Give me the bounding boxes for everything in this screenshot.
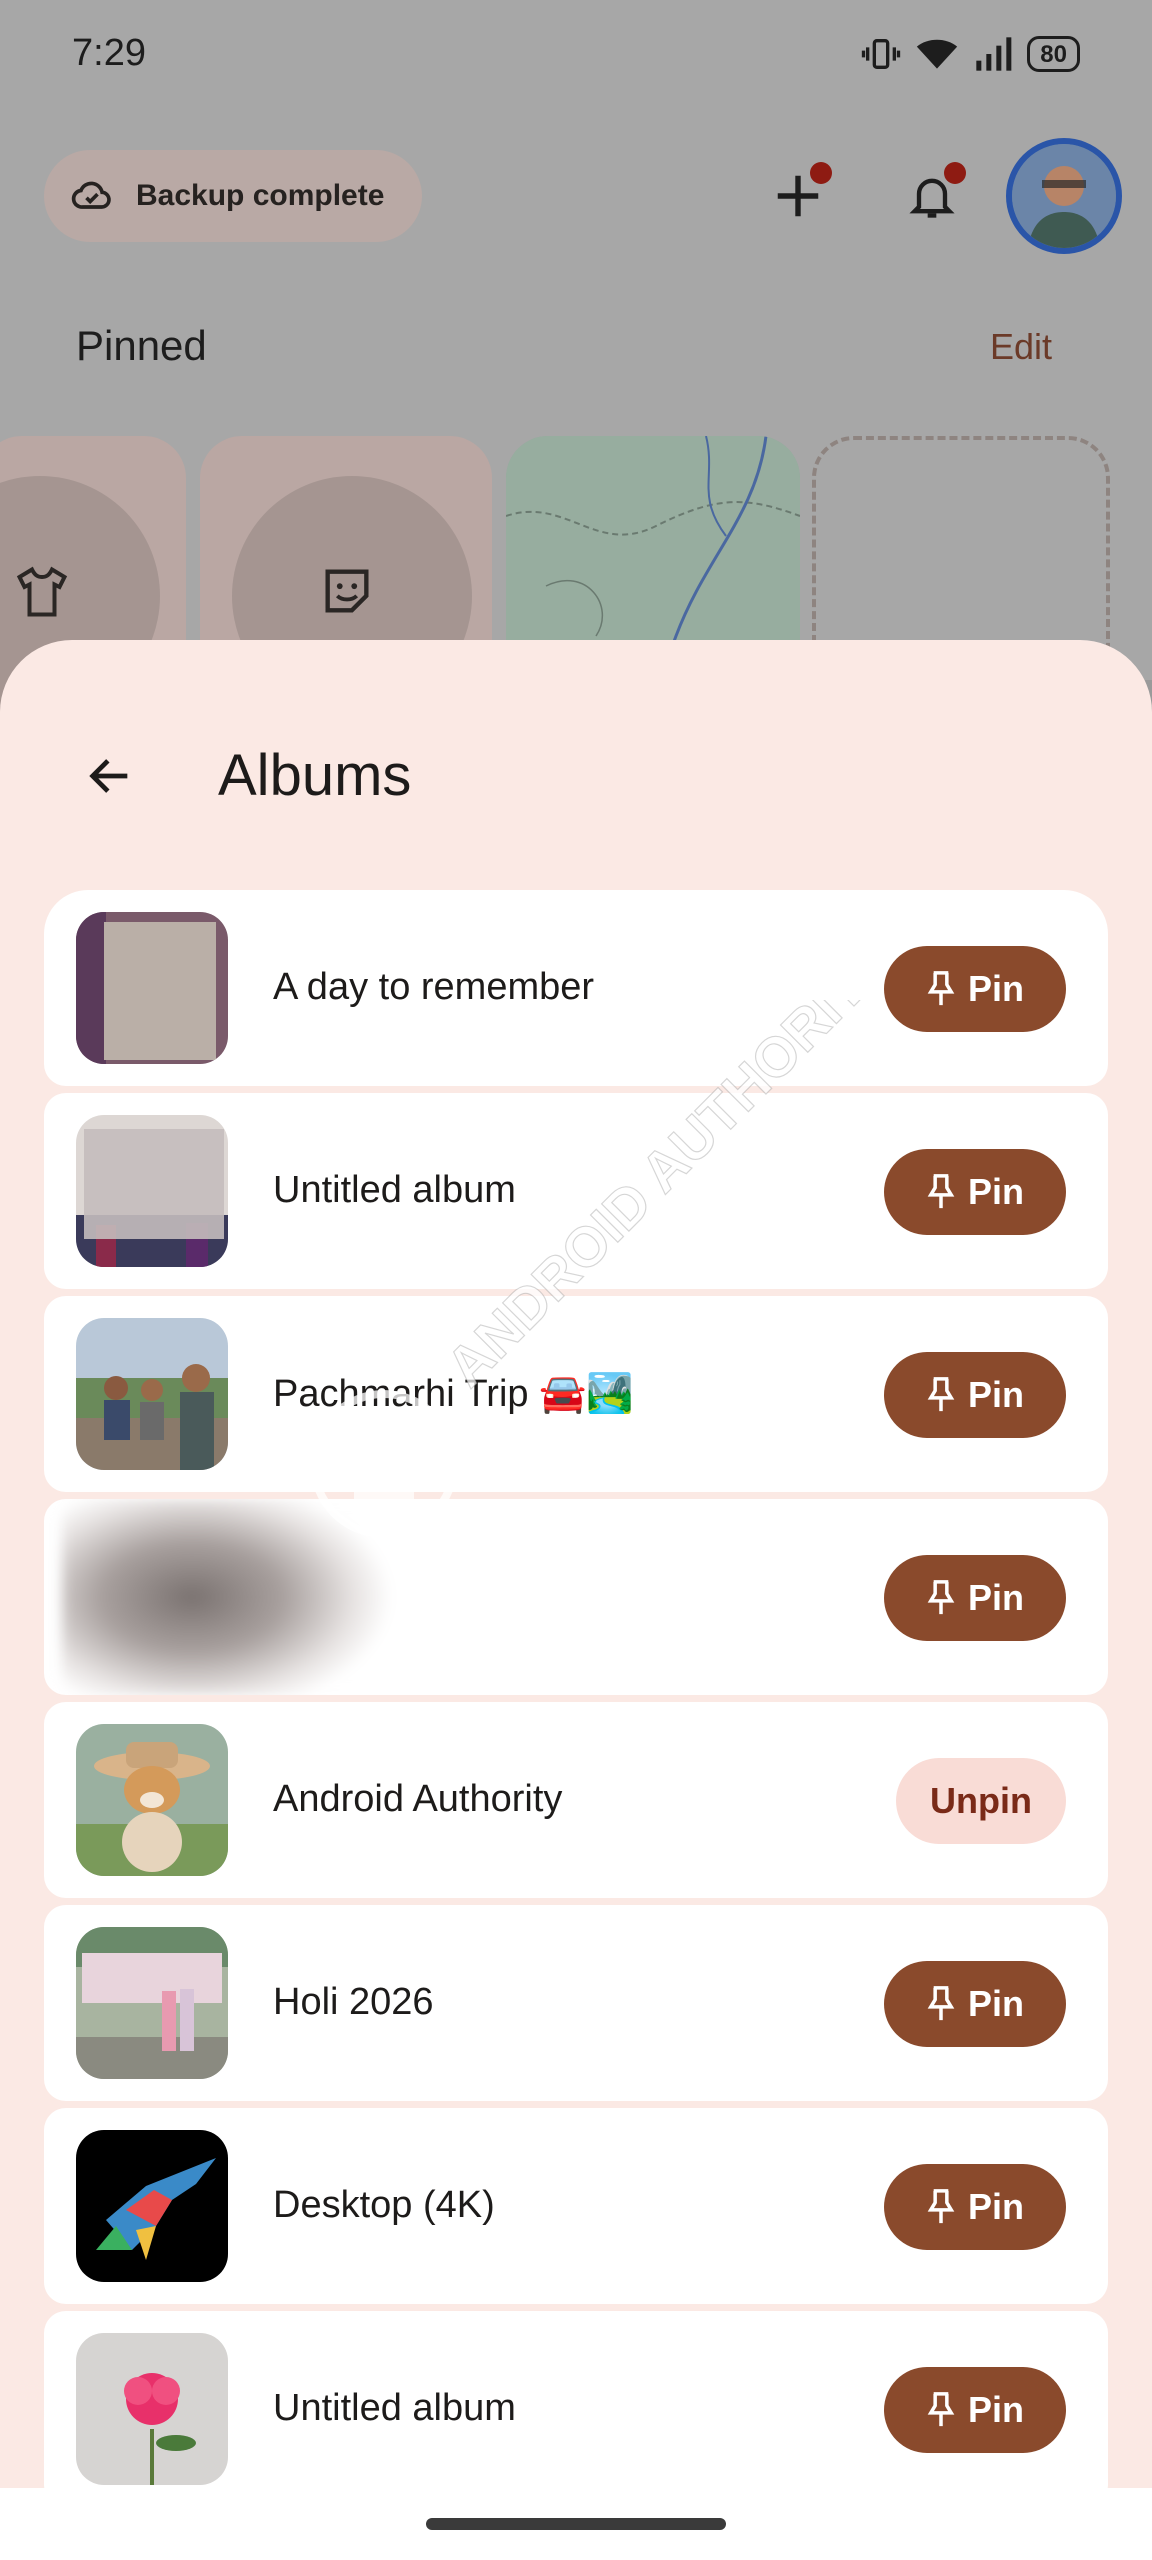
album-row[interactable]: Pin bbox=[44, 1499, 1108, 1695]
pin-label: Pin bbox=[967, 1983, 1024, 2024]
backup-status-chip[interactable]: Backup complete bbox=[44, 150, 422, 242]
pin-label: Pin bbox=[967, 2186, 1024, 2227]
blurred-content bbox=[62, 1499, 522, 1695]
pin-icon bbox=[927, 2189, 955, 2224]
album-name: A day to remember bbox=[273, 966, 595, 1008]
pin-icon bbox=[927, 1986, 955, 2021]
arrow-back-icon bbox=[89, 759, 128, 793]
album-name: Untitled album bbox=[273, 1169, 516, 1211]
create-button[interactable] bbox=[752, 150, 844, 242]
pin-button[interactable]: Pin bbox=[884, 1149, 1066, 1235]
pinned-edit-button[interactable]: Edit bbox=[990, 326, 1052, 368]
signal-icon bbox=[976, 37, 1012, 71]
pin-button[interactable]: Pin bbox=[884, 1352, 1066, 1438]
status-time: 7:29 bbox=[72, 32, 146, 74]
album-row[interactable]: Pachmarhi Trip 🚘🏞️ Pin bbox=[44, 1296, 1108, 1492]
pin-icon bbox=[927, 1377, 955, 1412]
pinned-section-title: Pinned bbox=[76, 322, 207, 369]
sheet-title: Albums bbox=[218, 743, 412, 808]
album-row[interactable]: Android Authority Unpin bbox=[44, 1702, 1108, 1898]
pin-button[interactable]: Pin bbox=[884, 1555, 1066, 1641]
pin-button[interactable]: Pin bbox=[884, 2164, 1066, 2250]
sticker-icon bbox=[325, 569, 369, 613]
pin-button[interactable]: Pin bbox=[884, 1961, 1066, 2047]
backup-label: Backup complete bbox=[136, 179, 385, 212]
album-name: Android Authority bbox=[273, 1778, 563, 1820]
album-name: Holi 2026 bbox=[273, 1981, 434, 2023]
pin-label: Pin bbox=[967, 2389, 1024, 2430]
albums-sheet: Albums A day to remember Pin Untitled al… bbox=[0, 640, 1152, 2560]
album-thumbnail bbox=[76, 1724, 228, 1876]
pin-icon bbox=[927, 1174, 955, 1209]
album-row[interactable]: Holi 2026 Pin bbox=[44, 1905, 1108, 2101]
pin-label: Pin bbox=[967, 1374, 1024, 1415]
sheet-header: Albums bbox=[0, 640, 1152, 890]
album-row[interactable]: Desktop (4K) Pin bbox=[44, 2108, 1108, 2304]
unpin-button[interactable]: Unpin bbox=[896, 1758, 1066, 1844]
pin-button[interactable]: Pin bbox=[884, 946, 1066, 1032]
vibrate-icon bbox=[862, 39, 901, 69]
tshirt-icon bbox=[16, 566, 68, 617]
album-row[interactable]: A day to remember Pin bbox=[44, 890, 1108, 1086]
album-row[interactable]: Untitled album Pin bbox=[44, 2311, 1108, 2507]
album-thumbnail bbox=[76, 912, 228, 1064]
cloud-check-icon bbox=[71, 181, 111, 209]
album-list: A day to remember Pin Untitled album Pin… bbox=[44, 890, 1108, 2514]
album-name: Pachmarhi Trip 🚘🏞️ bbox=[273, 1373, 634, 1415]
album-thumbnail bbox=[76, 1115, 228, 1267]
album-thumbnail bbox=[76, 2333, 228, 2485]
battery-icon: 80 bbox=[1027, 36, 1080, 72]
album-row[interactable]: Untitled album Pin bbox=[44, 1093, 1108, 1289]
notifications-button[interactable] bbox=[886, 150, 978, 242]
pin-label: Pin bbox=[967, 968, 1024, 1009]
pin-label: Pin bbox=[967, 1171, 1024, 1212]
status-icons: 80 bbox=[861, 34, 1080, 74]
pin-label: Pin bbox=[967, 1577, 1024, 1618]
album-name: Desktop (4K) bbox=[273, 2184, 495, 2226]
pin-icon bbox=[927, 1580, 955, 1615]
album-thumbnail bbox=[76, 1318, 228, 1470]
pin-icon bbox=[927, 2392, 955, 2427]
gesture-handle[interactable] bbox=[426, 2518, 726, 2530]
pin-button[interactable]: Pin bbox=[884, 2367, 1066, 2453]
back-button[interactable] bbox=[64, 730, 156, 822]
notification-dot bbox=[810, 162, 832, 184]
notification-dot bbox=[944, 162, 966, 184]
pin-icon bbox=[927, 971, 955, 1006]
album-name: Untitled album bbox=[273, 2387, 516, 2429]
album-thumbnail bbox=[76, 2130, 228, 2282]
avatar-photo bbox=[1012, 144, 1116, 248]
album-thumbnail bbox=[76, 1927, 228, 2079]
account-avatar[interactable] bbox=[1006, 138, 1122, 254]
status-bar: 7:29 80 bbox=[0, 0, 1152, 110]
wifi-icon bbox=[917, 39, 958, 69]
